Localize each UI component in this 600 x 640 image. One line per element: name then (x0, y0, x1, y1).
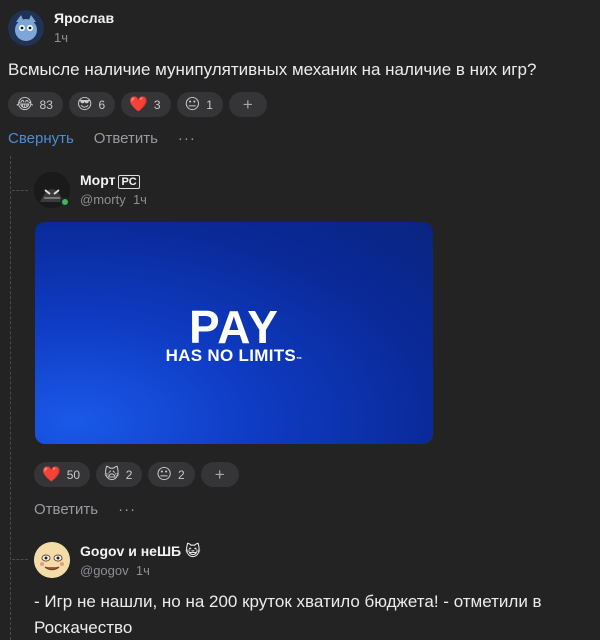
timestamp: 1ч (135, 563, 150, 578)
author-name[interactable]: Морт PC (80, 172, 140, 189)
trademark-mark: ™ (296, 357, 303, 363)
laugh-emoji-icon: 😂 (16, 95, 34, 113)
author-name-text: Gogov и неШБ (80, 543, 182, 559)
reaction-count: 50 (66, 467, 81, 482)
author-handle[interactable]: @morty (80, 192, 126, 207)
plus-icon: + (214, 464, 225, 484)
author-meta: @gogov 1ч (80, 563, 150, 578)
attached-image[interactable]: PAY HAS NO LIMITS™ (35, 222, 433, 444)
neutral-emoji-icon: 😐 (156, 465, 173, 483)
timestamp: 1ч (132, 192, 147, 207)
reaction-heart[interactable]: ❤️ 50 (34, 462, 91, 487)
reaction-count: 2 (178, 467, 185, 482)
online-indicator-icon (60, 197, 70, 207)
reaction-laugh[interactable]: 😂 83 (8, 92, 63, 117)
reaction-neutral[interactable]: 😐 1 (176, 92, 223, 117)
more-options-icon[interactable]: ··· (118, 501, 136, 518)
reaction-count: 3 (153, 97, 161, 112)
author-handle[interactable]: @gogov (80, 563, 129, 578)
avatar-image (34, 542, 70, 578)
reply-button[interactable]: Ответить (34, 501, 98, 518)
reaction-heart[interactable]: ❤️ 3 (121, 92, 171, 117)
author-meta: @morty 1ч (80, 192, 147, 207)
reaction-cool[interactable]: 😎 6 (68, 92, 116, 117)
reaction-count: 1 (206, 97, 213, 112)
reply-button[interactable]: Ответить (94, 130, 158, 147)
image-subline: HAS NO LIMITS™ (35, 346, 433, 366)
comment-text: - Игр не нашли, но на 200 круток хватило… (34, 592, 542, 637)
thread-line (10, 156, 11, 640)
comment-actions: Ответить ··· (34, 501, 136, 518)
author-name[interactable]: Gogov и неШБ 😺 (80, 543, 201, 559)
add-reaction-button[interactable]: + (228, 92, 267, 117)
thread-connector (12, 559, 28, 560)
reaction-count: 6 (98, 97, 106, 112)
comment-text: Всмысле наличие мунипулятивных механик н… (8, 60, 537, 79)
avatar-image (8, 10, 44, 46)
reaction-scream-cat[interactable]: 🙀 2 (96, 462, 143, 487)
add-reaction-button[interactable]: + (200, 462, 239, 487)
sunglasses-emoji-icon: 😎 (76, 95, 93, 113)
pc-badge: PC (118, 175, 140, 189)
reactions-bar: ❤️ 50 🙀 2 😐 2 + (34, 462, 239, 487)
plus-icon: + (242, 94, 253, 114)
timestamp: 1ч (54, 30, 69, 45)
reaction-count: 83 (39, 97, 53, 112)
heart-emoji-icon: ❤️ (42, 465, 61, 483)
author-name-text: Морт (80, 172, 116, 188)
author-name[interactable]: Ярослав (54, 10, 114, 26)
reaction-neutral[interactable]: 😐 2 (148, 462, 195, 487)
collapse-button[interactable]: Свернуть (8, 130, 74, 147)
image-subline-text: HAS NO LIMITS (165, 346, 297, 365)
avatar[interactable] (8, 10, 44, 46)
cat-emoji-icon: 😺 (184, 542, 201, 560)
avatar[interactable] (34, 542, 70, 578)
reaction-count: 2 (125, 467, 133, 482)
thread-connector (12, 190, 28, 191)
comment-actions: Свернуть Ответить ··· (8, 130, 196, 147)
heart-emoji-icon: ❤️ (129, 95, 148, 113)
reactions-bar: 😂 83 😎 6 ❤️ 3 😐 1 + (8, 92, 267, 117)
neutral-emoji-icon: 😐 (184, 95, 201, 113)
scream-cat-emoji-icon: 🙀 (104, 465, 120, 483)
more-options-icon[interactable]: ··· (178, 130, 196, 147)
